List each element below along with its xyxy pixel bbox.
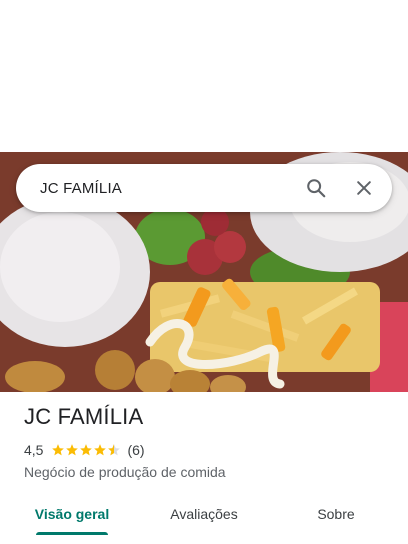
place-tabs: Visão geral Avaliações Sobre: [0, 494, 408, 544]
search-button[interactable]: [292, 164, 340, 212]
clear-search-button[interactable]: [340, 164, 388, 212]
review-count[interactable]: (6): [127, 442, 144, 458]
close-icon: [357, 181, 371, 195]
search-input[interactable]: JC FAMÍLIA: [16, 180, 292, 197]
star-full-icon: [52, 444, 65, 456]
place-info: JC FAMÍLIA 4,5 (6) Negócio de produção d…: [24, 404, 394, 480]
star-full-icon: [80, 444, 93, 456]
search-icon: [307, 179, 326, 198]
tab-about[interactable]: Sobre: [264, 494, 408, 534]
tab-reviews[interactable]: Avaliações: [144, 494, 264, 534]
place-category[interactable]: Negócio de produção de comida: [24, 464, 394, 480]
tab-overview[interactable]: Visão geral: [0, 494, 144, 534]
rating-stars: [51, 443, 121, 457]
star-full-icon: [66, 444, 79, 456]
active-tab-indicator: [36, 532, 108, 535]
star-full-icon: [94, 444, 107, 456]
rating-row[interactable]: 4,5 (6): [24, 442, 394, 458]
rating-value: 4,5: [24, 442, 44, 458]
place-title: JC FAMÍLIA: [24, 404, 144, 429]
star-half-icon: [108, 444, 121, 456]
search-bar[interactable]: JC FAMÍLIA: [16, 164, 392, 212]
blank-map-area: [0, 0, 408, 152]
